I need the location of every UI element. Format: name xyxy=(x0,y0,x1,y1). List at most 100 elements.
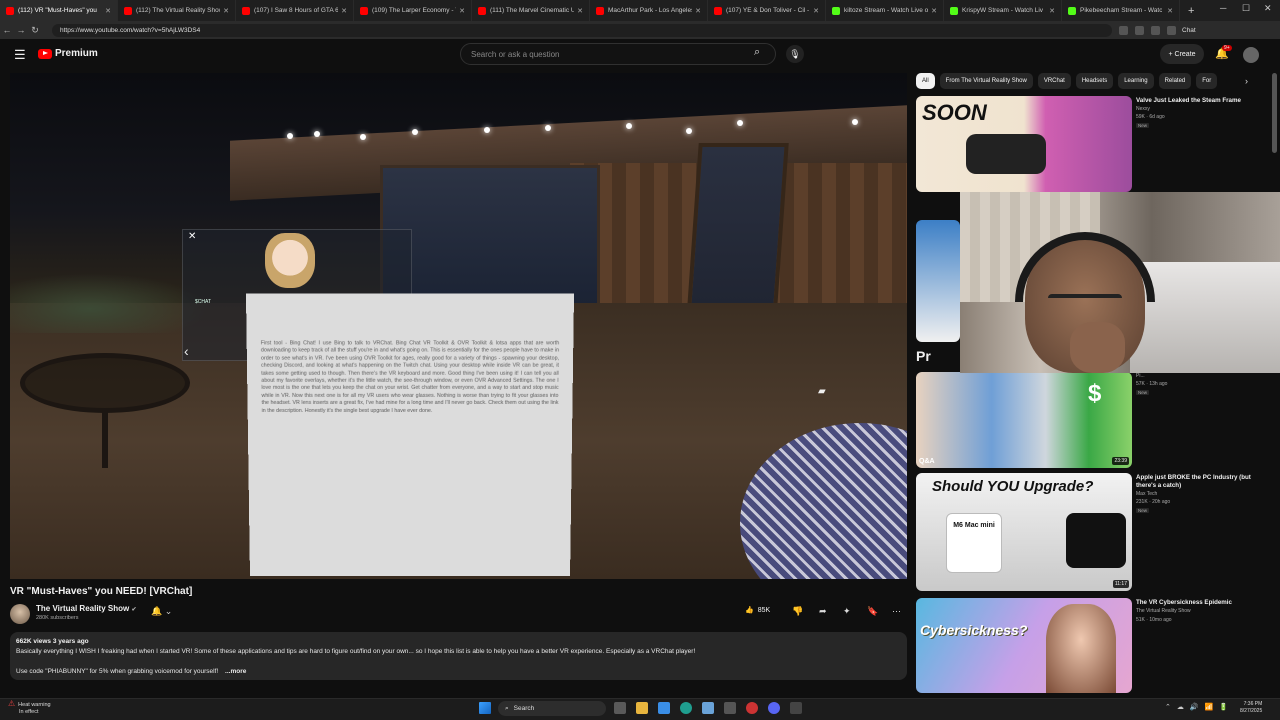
recommendation-channel[interactable]: Max Tech xyxy=(1136,491,1157,498)
browser-tab[interactable]: (112) The Virtual Reality Show - Y✕ xyxy=(118,0,236,21)
filter-chip[interactable]: Related xyxy=(1158,73,1192,89)
thumbnail-text: Cybersickness? xyxy=(920,622,1028,638)
recommendation-title[interactable]: Apple just BROKE the PC Industry (but th… xyxy=(1136,474,1261,490)
video-thumbnail[interactable]: SOON xyxy=(916,96,1132,192)
profile-icon[interactable] xyxy=(1167,25,1176,35)
filter-chip[interactable]: From The Virtual Reality Show xyxy=(939,73,1033,89)
tab-favicon-icon xyxy=(832,6,840,15)
browser-tab[interactable]: Pikebeecham Stream - Watc ✕ xyxy=(1062,0,1180,21)
new-badge: New xyxy=(1136,508,1150,513)
forward-icon[interactable]: → xyxy=(14,25,28,35)
close-tab-icon[interactable]: ✕ xyxy=(928,7,937,15)
copilot-chat-button[interactable]: Chat xyxy=(1182,27,1196,34)
clock[interactable]: 7:36 PM 8/27/2025 xyxy=(1240,701,1262,715)
tab-favicon-icon xyxy=(596,6,604,15)
recommendation-title[interactable]: The VR Cybersickness Epidemic xyxy=(1136,599,1261,607)
discord-icon[interactable] xyxy=(768,702,780,714)
more-actions-icon[interactable]: ⋯ xyxy=(892,606,901,617)
more-link[interactable]: ...more xyxy=(225,668,246,675)
close-tab-icon[interactable]: ✕ xyxy=(810,7,819,15)
like-count: 85K xyxy=(757,606,771,614)
create-button[interactable]: + Create xyxy=(1160,44,1204,64)
recommendation-channel[interactable]: Pi... xyxy=(1136,373,1145,380)
string-light xyxy=(314,131,320,137)
browser-tab[interactable]: (107) YE & Don Toliver - Cil - Yo ✕ xyxy=(708,0,826,21)
channel-name[interactable]: The Virtual Reality Show ✔ xyxy=(36,604,136,613)
file-explorer-icon[interactable] xyxy=(636,702,648,714)
browser-tab[interactable]: (107) I Saw 8 Hours of GTA 6 at ✕ xyxy=(236,0,354,21)
browser-tab[interactable]: MacArthur Park - Los Angeles, C✕ xyxy=(590,0,708,21)
close-window-icon[interactable]: ✕ xyxy=(1264,3,1272,14)
close-tab-icon[interactable]: ✕ xyxy=(102,7,111,15)
edge-icon[interactable] xyxy=(680,702,692,714)
minimize-icon[interactable]: ─ xyxy=(1220,3,1226,13)
browser-tab[interactable]: (112) VR "Must-Haves" you ✕ xyxy=(0,0,118,21)
url-field[interactable]: https://www.youtube.com/watch?v=5hAjLW3D… xyxy=(52,23,1112,37)
steam-icon[interactable] xyxy=(702,702,714,714)
close-tab-icon[interactable]: ✕ xyxy=(574,7,583,15)
webcam-overlay xyxy=(960,192,1280,373)
chevron-right-icon[interactable]: › xyxy=(1245,76,1248,86)
favorites-icon[interactable] xyxy=(1135,25,1144,35)
browser-tab[interactable]: kiltoze Stream - Watch Live on K✕ xyxy=(826,0,944,21)
store-icon[interactable] xyxy=(658,702,670,714)
app-icon[interactable] xyxy=(724,702,736,714)
search-input[interactable]: Search or ask a question xyxy=(460,43,776,65)
taskbar-search[interactable]: ⌕ Search xyxy=(498,701,606,716)
system-tray[interactable]: ⌃☁🔊📶🔋 xyxy=(1165,703,1234,711)
dislike-icon[interactable]: 👎 xyxy=(792,606,803,617)
video-thumbnail[interactable] xyxy=(916,220,960,342)
close-tab-icon[interactable]: ✕ xyxy=(220,7,229,15)
extension-icon[interactable] xyxy=(1119,25,1128,35)
close-tab-icon[interactable]: ✕ xyxy=(692,7,701,15)
scrollbar[interactable] xyxy=(1272,73,1277,153)
task-view-icon[interactable] xyxy=(614,702,626,714)
youtube-logo[interactable]: Premium xyxy=(38,48,98,59)
filter-chip[interactable]: For xyxy=(1196,73,1218,89)
recommendation-title[interactable]: Valve Just Leaked the Steam Frame xyxy=(1136,97,1261,105)
video-thumbnail[interactable]: Q&A $ 23:39 xyxy=(916,372,1132,468)
close-tab-icon[interactable]: ✕ xyxy=(456,7,465,15)
microphone-icon[interactable]: 🎙 xyxy=(786,45,804,63)
string-light xyxy=(852,119,858,125)
filter-chip[interactable]: Headsets xyxy=(1075,73,1114,89)
string-light xyxy=(545,125,551,131)
new-tab-button[interactable]: + xyxy=(1180,5,1202,17)
subscribed-bell-button[interactable]: 🔔 ⌄ xyxy=(151,606,172,617)
search-icon[interactable]: ⌕ xyxy=(754,46,760,59)
reload-icon[interactable]: ↻ xyxy=(28,25,42,36)
recommendation-stats: 231K · 20h ago xyxy=(1136,499,1171,505)
obs-icon[interactable] xyxy=(746,702,758,714)
browser-tab[interactable]: KrispyW Stream - Watch Liv ✕ xyxy=(944,0,1062,21)
ask-ai-icon[interactable]: ✦ xyxy=(843,606,851,617)
calculator-icon[interactable] xyxy=(790,702,802,714)
like-button[interactable]: 👍 85K xyxy=(745,606,771,615)
collections-icon[interactable] xyxy=(1151,25,1160,35)
close-tab-icon[interactable]: ✕ xyxy=(1046,7,1055,15)
filter-chip[interactable]: Learning xyxy=(1118,73,1154,89)
video-thumbnail[interactable]: Should YOU Upgrade? M6 Mac mini 11:17 xyxy=(916,473,1132,591)
tab-label: KrispyW Stream - Watch Liv xyxy=(962,7,1044,14)
filter-chip[interactable]: VRChat xyxy=(1037,73,1071,89)
filter-chip[interactable]: All xyxy=(916,73,935,89)
maximize-icon[interactable]: ☐ xyxy=(1242,3,1250,14)
string-light xyxy=(484,127,490,133)
recommendation-channel[interactable]: The Virtual Reality Show xyxy=(1136,608,1191,615)
recommendation-channel[interactable]: Nexxy xyxy=(1136,106,1150,113)
hamburger-menu-icon[interactable]: ☰ xyxy=(14,47,26,63)
account-avatar[interactable] xyxy=(1243,47,1259,63)
save-icon[interactable]: 🔖 xyxy=(867,606,878,617)
close-tab-icon[interactable]: ✕ xyxy=(1164,7,1173,15)
video-player[interactable]: ✕ $CHAT ‹ First tool - Bing Chat! I use … xyxy=(10,73,907,579)
video-thumbnail[interactable]: Cybersickness? xyxy=(916,598,1132,693)
browser-tab[interactable]: (109) The Larper Economy - You✕ xyxy=(354,0,472,21)
weather-widget[interactable]: ⚠ Heat warning In effect xyxy=(8,700,51,716)
channel-avatar[interactable] xyxy=(10,604,30,624)
browser-tab[interactable]: (111) The Marvel Cinematic Uni ✕ xyxy=(472,0,590,21)
share-icon[interactable]: ➦ xyxy=(819,606,827,617)
description-box[interactable]: 662K views 3 years ago Basically everyth… xyxy=(10,632,907,680)
back-icon[interactable]: ← xyxy=(0,25,14,35)
start-icon[interactable] xyxy=(479,702,491,714)
mac-mini-label: M6 Mac mini xyxy=(953,522,995,529)
close-tab-icon[interactable]: ✕ xyxy=(338,7,347,15)
